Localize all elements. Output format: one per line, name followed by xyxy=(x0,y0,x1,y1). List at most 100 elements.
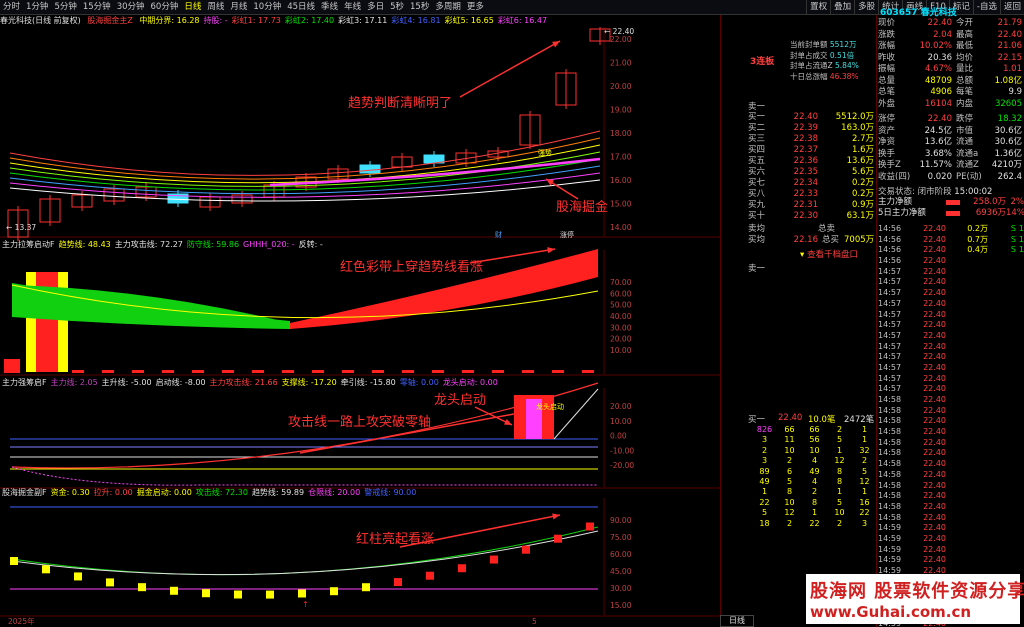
tick-time: 14:56 xyxy=(878,234,902,244)
period-tab-6[interactable]: 日线 xyxy=(181,0,204,14)
tick-time: 14:57 xyxy=(878,352,902,362)
queue-cell: 8 xyxy=(836,466,843,476)
annotation-trend: 趋势判断清晰明了 xyxy=(348,96,453,111)
queue-cell: 22 xyxy=(759,497,770,507)
bid-avg-label: 买均 xyxy=(748,235,766,245)
period-tab-0[interactable]: 分时 xyxy=(0,0,23,14)
tick-list[interactable]: 14:56 22.40 0.2万 S 1 14:56 22.40 0.7万 S 1 14:56 22.… xyxy=(878,224,1024,627)
tick-count xyxy=(1016,363,1024,374)
period-tab-4[interactable]: 30分钟 xyxy=(114,0,148,14)
tick-time: 14:57 xyxy=(878,309,902,319)
quote-info-row: 现价 22.40 今开 21.79 xyxy=(878,18,1024,30)
panel2-axis-label: 40.00 xyxy=(610,312,632,321)
panel4-title[interactable]: 股海掘金副F xyxy=(2,488,47,497)
period-tab-13[interactable]: 多日 xyxy=(364,0,387,14)
order-book-row[interactable]: 买六 22.35 5.6万 xyxy=(748,167,878,178)
tick-volume xyxy=(946,310,988,321)
order-book-row[interactable]: 买一 22.40 5512.0万 xyxy=(748,112,878,123)
order-book-row[interactable]: 买七 22.34 0.2万 xyxy=(748,178,878,189)
net-flow-label: 主力净额 xyxy=(878,197,913,207)
limit-info-label: 封单占成交 xyxy=(790,50,830,60)
period-tab-14[interactable]: 5秒 xyxy=(387,0,407,14)
period-tab-8[interactable]: 月线 xyxy=(227,0,250,14)
panel3-param-2: 启动线: -8.00 xyxy=(155,378,206,387)
ask-avg-label: 卖均 xyxy=(748,224,766,234)
volume-bar xyxy=(432,370,444,373)
queue-row: 22 10 8 5 16 xyxy=(752,498,878,508)
main-param-2: 彩虹1: 17.73 xyxy=(231,16,281,25)
money-bar xyxy=(522,545,530,554)
tab-period[interactable]: 日线 xyxy=(720,615,754,627)
period-tab-7[interactable]: 周线 xyxy=(204,0,227,14)
panel4-param-5: 仓限线: 20.00 xyxy=(308,488,361,497)
panel2-title[interactable]: 主力拉筹启动F xyxy=(2,240,55,249)
queue-cell: 8 xyxy=(811,497,818,507)
volume-bar xyxy=(522,370,534,373)
queue-cell: 11 xyxy=(784,435,795,445)
order-book-row[interactable]: 买二 22.39 163.0万 xyxy=(748,123,878,134)
order-book-row[interactable]: 买八 22.33 0.2万 xyxy=(748,189,878,200)
order-level: 买一 xyxy=(748,112,766,122)
order-price: 22.31 xyxy=(793,200,818,210)
tick-side xyxy=(988,352,1016,363)
money-bar xyxy=(106,578,114,587)
period-tab-11[interactable]: 季线 xyxy=(318,0,341,14)
tick-time: 14:57 xyxy=(878,320,902,330)
money-bar xyxy=(74,572,82,581)
period-tab-2[interactable]: 5分钟 xyxy=(51,0,79,14)
view-more-depth[interactable]: ▾ 查看千档盘口 xyxy=(800,248,858,260)
order-book: 买一 22.40 5512.0万 买二 22.39 163.0万 买三 22.38 2.7万 买四… xyxy=(748,112,878,222)
queue-cell: 1 xyxy=(836,445,843,455)
stats-label: 收益(四) xyxy=(878,171,911,182)
tick-count xyxy=(1016,267,1024,278)
period-tab-16[interactable]: 多周期 xyxy=(432,0,464,14)
tick-row: 14:58 22.40 xyxy=(878,395,1024,406)
trend-arrow xyxy=(459,40,561,98)
tick-count xyxy=(1016,459,1024,470)
toolbar-button-2[interactable]: 多股 xyxy=(854,0,878,14)
tick-count xyxy=(1016,277,1024,288)
toolbar-button-0[interactable]: 置权 xyxy=(806,0,830,14)
panel2-axis-label: 30.00 xyxy=(610,323,632,332)
quote-label: 振幅 xyxy=(878,64,896,74)
tick-row: 14:56 22.40 0.4万 S 1 xyxy=(878,245,1024,256)
quote-value: 22.40 xyxy=(927,18,952,28)
order-book-row[interactable]: 买四 22.37 1.6万 xyxy=(748,145,878,156)
tick-time: 14:58 xyxy=(878,459,902,469)
period-tab-10[interactable]: 45日线 xyxy=(284,0,318,14)
period-tab-9[interactable]: 10分钟 xyxy=(250,0,284,14)
limit-info-row: 当前封单额 5512万 xyxy=(790,40,880,51)
tick-count xyxy=(1016,395,1024,406)
order-book-row[interactable]: 买十 22.30 63.1万 xyxy=(748,211,878,222)
order-book-row[interactable]: 买五 22.36 13.6万 xyxy=(748,156,878,167)
tick-row: 14:58 22.40 xyxy=(878,406,1024,417)
main-indicator-name[interactable]: 股海掘金主Z xyxy=(87,16,132,25)
period-tab-12[interactable]: 年线 xyxy=(341,0,364,14)
period-tab-15[interactable]: 15秒 xyxy=(407,0,432,14)
order-book-row[interactable]: 买九 22.31 0.9万 xyxy=(748,200,878,211)
period-tab-5[interactable]: 60分钟 xyxy=(148,0,182,14)
queue-cell: 4 xyxy=(811,476,818,486)
period-tab-3[interactable]: 15分钟 xyxy=(80,0,114,14)
tick-price: 22.40 xyxy=(923,352,946,362)
order-book-row[interactable]: 买三 22.38 2.7万 xyxy=(748,134,878,145)
tick-price: 22.40 xyxy=(923,448,946,458)
volume-bar xyxy=(282,370,294,373)
panel3-title[interactable]: 主力强筹启F xyxy=(2,378,47,387)
panel3-axis-label: -10.00 xyxy=(610,446,634,455)
main-param-4: 彩虹3: 17.11 xyxy=(338,16,388,25)
period-tab-17[interactable]: 更多 xyxy=(464,0,487,14)
stats-value: 30.6亿 xyxy=(994,137,1022,147)
main-axis-label: 21.00 xyxy=(610,59,632,68)
tick-price: 22.40 xyxy=(923,341,946,351)
queue-cell: 2 xyxy=(786,518,793,528)
stats-value: 4210万 xyxy=(991,160,1022,170)
queue-cell: 18 xyxy=(759,518,770,528)
tick-time: 14:57 xyxy=(878,341,902,351)
tick-side xyxy=(988,545,1016,556)
attack-line-4 xyxy=(11,526,599,576)
money-bar xyxy=(330,587,338,596)
queue-cell: 49 xyxy=(759,476,770,486)
period-tab-1[interactable]: 1分钟 xyxy=(23,0,51,14)
toolbar-button-1[interactable]: 叠加 xyxy=(830,0,854,14)
